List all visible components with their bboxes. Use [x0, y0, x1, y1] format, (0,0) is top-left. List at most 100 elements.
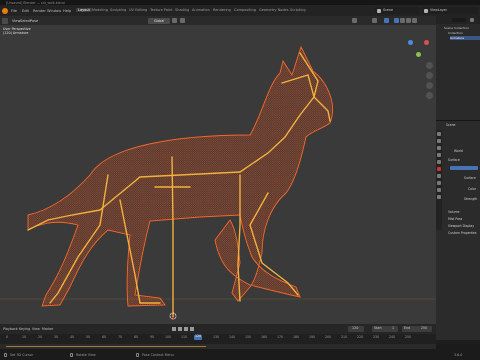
properties-world-label: World: [454, 149, 463, 153]
play-reverse-icon[interactable]: [178, 327, 182, 331]
surface-shader-field[interactable]: [450, 166, 478, 170]
pan-hand-icon[interactable]: [426, 72, 433, 79]
timeline-menu-view[interactable]: View: [32, 327, 40, 331]
volume-section-header[interactable]: Volume: [448, 210, 460, 214]
scene-name: Scene: [383, 7, 394, 12]
status-bar: Set 3D Cursor Rotate View Pose Context M…: [0, 344, 480, 360]
perspective-toggle-icon[interactable]: [426, 92, 433, 99]
frame-ruler[interactable]: 0 10 20 30 40 50 60 70 80 90 100 110 120…: [0, 334, 436, 344]
tab-uv-editing[interactable]: UV Editing: [129, 8, 147, 12]
menu-pose[interactable]: Pose: [30, 19, 38, 23]
status-middle-hint: Rotate View: [76, 353, 96, 357]
outliner-search-icon[interactable]: [452, 18, 466, 22]
zoom-icon[interactable]: [426, 62, 433, 69]
surface-section-header[interactable]: Surface: [448, 158, 460, 162]
menu-window[interactable]: Window: [47, 9, 61, 13]
gizmo-z-axis-icon[interactable]: [408, 40, 413, 45]
frame-tick: 60: [102, 335, 107, 339]
scene-selector[interactable]: Scene: [375, 7, 419, 14]
tab-compositing[interactable]: Compositing: [234, 8, 256, 12]
shading-rendered-icon[interactable]: [412, 18, 417, 23]
start-frame-field[interactable]: Start 1: [372, 326, 398, 332]
mode-selector[interactable]: [2, 17, 8, 24]
current-frame-field[interactable]: 120: [348, 326, 364, 332]
tool-tab-icon[interactable]: [437, 132, 441, 136]
custom-properties-section-header[interactable]: Custom Properties: [448, 231, 476, 235]
current-frame-value: 120: [352, 326, 359, 331]
tab-texture-paint[interactable]: Texture Paint: [150, 8, 173, 12]
gizmo-y-axis-icon[interactable]: [416, 52, 421, 57]
gizmo-x-axis-icon[interactable]: [424, 40, 429, 45]
frame-tick: 70: [118, 335, 123, 339]
tab-modeling[interactable]: Modeling: [92, 8, 108, 12]
playhead[interactable]: 120: [194, 334, 202, 340]
snap-icon[interactable]: [180, 18, 185, 23]
scene-icon: [377, 8, 381, 13]
tab-sculpting[interactable]: Sculpting: [110, 8, 126, 12]
filter-icon[interactable]: [470, 18, 474, 22]
transform-orientation-dropdown[interactable]: Global: [148, 17, 170, 24]
viewport-display-section-header[interactable]: Viewport Display: [448, 224, 474, 228]
scene-tab-icon[interactable]: [437, 160, 441, 164]
mist-pass-section-header[interactable]: Mist Pass: [448, 217, 462, 221]
timeline-menu-marker[interactable]: Marker: [42, 327, 53, 331]
menu-render[interactable]: Render: [33, 9, 46, 13]
frame-tick: 10: [22, 335, 27, 339]
timeline-menu-keying[interactable]: Keying: [19, 327, 30, 331]
play-icon[interactable]: [184, 327, 188, 331]
frame-tick: 180: [293, 335, 300, 339]
timeline-menu-playback[interactable]: Playback: [3, 327, 18, 331]
frame-tick: 80: [134, 335, 139, 339]
frame-tick: 250: [405, 335, 412, 339]
constraints-tab-icon[interactable]: [437, 188, 441, 192]
shading-material-icon[interactable]: [406, 18, 411, 23]
shading-wireframe-icon[interactable]: [394, 18, 399, 23]
tab-scripting[interactable]: Scripting: [290, 8, 306, 12]
blender-logo-icon[interactable]: [2, 7, 8, 14]
jump-start-icon[interactable]: [172, 327, 176, 331]
output-tab-icon[interactable]: [437, 146, 441, 150]
frame-tick: 110: [181, 335, 188, 339]
outliner-collection[interactable]: Collection: [448, 31, 463, 35]
object-tab-icon[interactable]: [437, 174, 441, 178]
camera-view-icon[interactable]: [426, 82, 433, 89]
visibility-icon[interactable]: [352, 18, 357, 23]
menu-edit[interactable]: Edit: [22, 9, 29, 13]
cat-armature-scene[interactable]: [0, 25, 436, 333]
shading-solid-icon[interactable]: [400, 18, 405, 23]
render-tab-icon[interactable]: [437, 139, 441, 143]
frame-tick: 50: [86, 335, 91, 339]
frame-tick: 200: [325, 335, 332, 339]
menu-file[interactable]: File: [11, 9, 17, 13]
tab-geometry-nodes[interactable]: Geometry Nodes: [259, 8, 289, 12]
physics-tab-icon[interactable]: [437, 181, 441, 185]
tab-animation[interactable]: Animation: [192, 8, 210, 12]
keyframe-strip: [0, 344, 436, 349]
xray-icon[interactable]: [384, 18, 389, 23]
pivot-icon[interactable]: [172, 18, 177, 23]
tab-layout[interactable]: Layout: [76, 8, 92, 13]
tab-rendering[interactable]: Rendering: [213, 8, 231, 12]
jump-end-icon[interactable]: [190, 327, 194, 331]
frame-tick: 100: [165, 335, 172, 339]
frame-tick: 230: [373, 335, 380, 339]
end-frame-field[interactable]: End 250: [402, 326, 432, 332]
top-menubar: File Edit Render Window Help Layout Mode…: [0, 5, 480, 16]
view-layer-tab-icon[interactable]: [437, 153, 441, 157]
end-frame-label: End: [404, 326, 411, 331]
timeline-panel[interactable]: Playback Keying View Marker 120 Start 1 …: [0, 324, 436, 344]
tab-shading[interactable]: Shading: [175, 8, 189, 12]
data-tab-icon[interactable]: [437, 195, 441, 199]
outliner-scene-collection[interactable]: Scene Collection: [444, 26, 469, 30]
outliner-armature[interactable]: Armature: [450, 36, 480, 40]
view-layer-selector[interactable]: ViewLayer: [422, 7, 478, 14]
world-tab-icon[interactable]: [437, 167, 441, 171]
playhead-frame: 120: [195, 334, 202, 339]
frame-tick: 130: [213, 335, 220, 339]
color-row-label: Color: [468, 187, 477, 191]
frame-tick: 210: [341, 335, 348, 339]
view-layer-icon: [424, 8, 428, 13]
menu-help[interactable]: Help: [63, 9, 71, 13]
3d-viewport[interactable]: View Select Pose Global User Perspective…: [0, 16, 436, 340]
overlays-icon[interactable]: [372, 18, 377, 23]
